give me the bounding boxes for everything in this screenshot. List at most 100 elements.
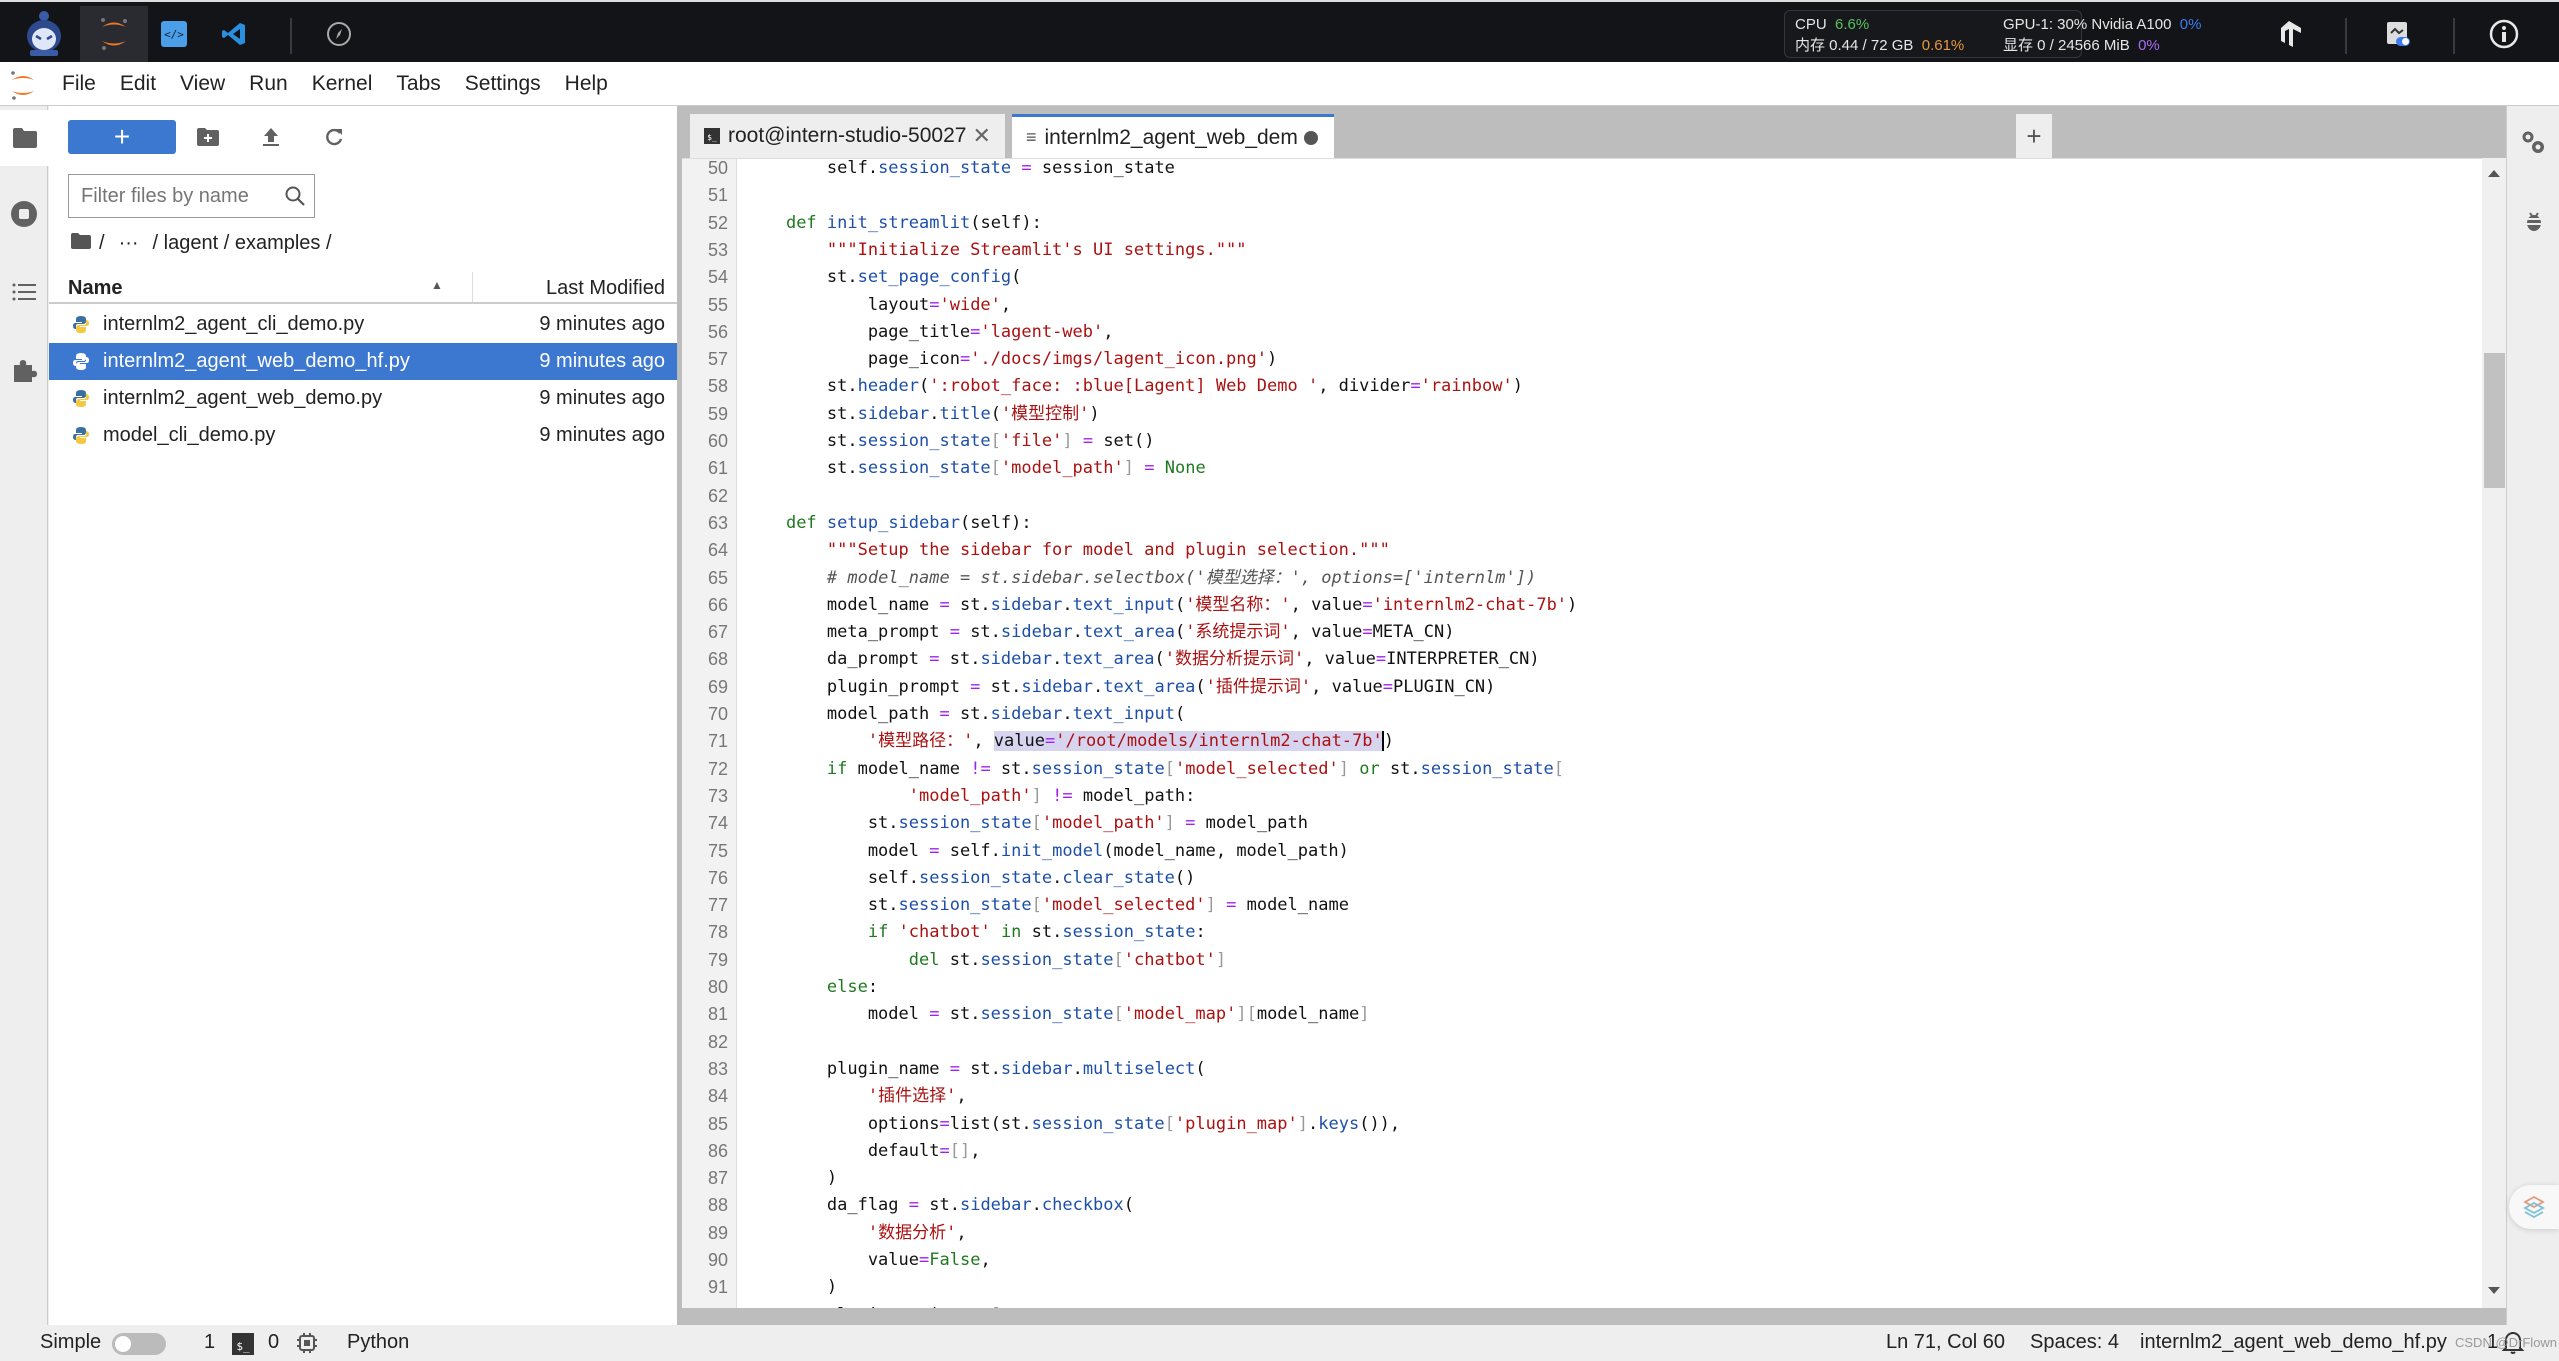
scroll-down-arrow-icon[interactable]: [2488, 1287, 2500, 1294]
info-icon[interactable]: [2480, 10, 2528, 58]
code-line[interactable]: 68 da_prompt = st.sidebar.text_area('数据分…: [682, 646, 2472, 673]
code-line[interactable]: 58 st.header(':robot_face: :blue[Lagent]…: [682, 373, 2472, 400]
code-line[interactable]: 77 st.session_state['model_selected'] = …: [682, 892, 2472, 919]
code-line[interactable]: 70 model_path = st.sidebar.text_input(: [682, 701, 2472, 728]
code-line[interactable]: 76 self.session_state.clear_state(): [682, 865, 2472, 892]
code-line[interactable]: 78 if 'chatbot' in st.session_state:: [682, 919, 2472, 946]
new-launcher-button[interactable]: +: [68, 120, 176, 154]
code-line[interactable]: 65 # model_name = st.sidebar.selectbox('…: [682, 565, 2472, 592]
file-item-selected[interactable]: internlm2_agent_web_demo_hf.py 9 minutes…: [49, 343, 677, 380]
cursor-position[interactable]: Ln 71, Col 60: [1886, 1331, 2005, 1354]
code-line[interactable]: 80 else:: [682, 974, 2472, 1001]
debugger-tab[interactable]: [2519, 206, 2549, 236]
code-line[interactable]: 66 model_name = st.sidebar.text_input('模…: [682, 592, 2472, 619]
upload-button[interactable]: [258, 124, 284, 150]
indentation-setting[interactable]: Spaces: 4: [2030, 1331, 2119, 1354]
menu-view[interactable]: View: [180, 72, 225, 96]
code-line[interactable]: 60 st.session_state['file'] = set(): [682, 428, 2472, 455]
menu-help[interactable]: Help: [565, 72, 608, 96]
code-line[interactable]: 54 st.set_page_config(: [682, 264, 2472, 291]
code-line[interactable]: 89 '数据分析',: [682, 1220, 2472, 1247]
file-browser-tab[interactable]: [0, 110, 50, 166]
file-item[interactable]: internlm2_agent_web_demo.py 9 minutes ag…: [49, 380, 677, 417]
code-line[interactable]: 79 del st.session_state['chatbot']: [682, 947, 2472, 974]
code-line[interactable]: 90 value=False,: [682, 1247, 2472, 1274]
code-line[interactable]: 81 model = st.session_state['model_map']…: [682, 1001, 2472, 1028]
code-editor[interactable]: 50 self.session_state = session_state 51 5…: [682, 158, 2482, 1308]
monitor-toggle-icon[interactable]: [2374, 10, 2422, 58]
menu-file[interactable]: File: [62, 72, 96, 96]
column-name-header[interactable]: Name: [68, 277, 122, 300]
table-of-contents-tab[interactable]: [0, 264, 48, 320]
tab-terminal[interactable]: $_ root@intern-studio-50027 ✕: [690, 114, 1005, 158]
line-text: model = self.init_model(model_name, mode…: [745, 838, 1349, 865]
code-line[interactable]: 87 ): [682, 1165, 2472, 1192]
file-item[interactable]: model_cli_demo.py 9 minutes ago: [49, 417, 677, 454]
code-token: def: [785, 512, 817, 533]
kernel-name[interactable]: Python: [347, 1331, 409, 1354]
new-tab-button[interactable]: +: [2016, 114, 2052, 158]
code-line[interactable]: 84 '插件选择',: [682, 1083, 2472, 1110]
floating-assistant-button[interactable]: [2509, 1185, 2559, 1229]
code-line[interactable]: 63 def setup_sidebar(self):: [682, 510, 2472, 537]
code-line[interactable]: 85 options=list(st.session_state['plugin…: [682, 1111, 2472, 1138]
code-line[interactable]: 64 """Setup the sidebar for model and pl…: [682, 537, 2472, 564]
jupyterlab-app-icon[interactable]: [80, 6, 148, 62]
code-line[interactable]: 91 ): [682, 1274, 2472, 1301]
breadcrumb-path[interactable]: / lagent / examples /: [153, 232, 332, 255]
property-inspector-tab[interactable]: [2519, 128, 2549, 158]
vscode-icon[interactable]: [200, 6, 268, 62]
simple-mode-toggle[interactable]: [112, 1333, 166, 1355]
code-line[interactable]: 86 default=[],: [682, 1138, 2472, 1165]
code-line[interactable]: 75 model = self.init_model(model_name, m…: [682, 838, 2472, 865]
running-sessions-tab[interactable]: [0, 186, 48, 242]
code-line[interactable]: 73 'model_path'] != model_path:: [682, 783, 2472, 810]
refresh-button[interactable]: [321, 124, 347, 150]
unsaved-changes-dot-icon[interactable]: [1303, 130, 1318, 145]
code-line[interactable]: 51: [682, 182, 2472, 209]
code-line[interactable]: 61 st.session_state['model_path'] = None: [682, 455, 2472, 482]
code-line[interactable]: 71 '模型路径：', value='/root/models/internlm…: [682, 728, 2472, 755]
menu-tabs[interactable]: Tabs: [396, 72, 440, 96]
code-line[interactable]: 62: [682, 483, 2472, 510]
extensions-tab[interactable]: [0, 342, 48, 398]
code-line[interactable]: 52 def init_streamlit(self):: [682, 210, 2472, 237]
home-folder-icon[interactable]: [71, 232, 91, 255]
code-line[interactable]: 67 meta_prompt = st.sidebar.text_area('系…: [682, 619, 2472, 646]
column-modified-header[interactable]: Last Modified: [546, 277, 665, 300]
menu-kernel[interactable]: Kernel: [312, 72, 373, 96]
tab-editor-file[interactable]: ≡ internlm2_agent_web_dem: [1012, 114, 1334, 158]
code-line[interactable]: 69 plugin_prompt = st.sidebar.text_area(…: [682, 674, 2472, 701]
close-tab-icon[interactable]: ✕: [972, 123, 990, 149]
code-line[interactable]: 59 st.sidebar.title('模型控制'): [682, 401, 2472, 428]
code-line[interactable]: 50 self.session_state = session_state: [682, 159, 2472, 182]
code-line[interactable]: 57 page_icon='./docs/imgs/lagent_icon.pn…: [682, 346, 2472, 373]
code-token: =: [929, 1004, 940, 1025]
column-divider[interactable]: [472, 272, 473, 302]
menu-settings[interactable]: Settings: [465, 72, 541, 96]
code-server-icon[interactable]: </>: [140, 6, 208, 62]
menu-edit[interactable]: Edit: [120, 72, 156, 96]
tensorflow-icon[interactable]: [2265, 10, 2313, 58]
scroll-up-arrow-icon[interactable]: [2488, 170, 2500, 177]
intern-studio-logo[interactable]: [14, 8, 74, 60]
breadcrumb-ellipsis[interactable]: ···: [119, 232, 139, 255]
code-line[interactable]: 82: [682, 1029, 2472, 1056]
file-item[interactable]: internlm2_agent_cli_demo.py 9 minutes ag…: [49, 306, 677, 343]
code-line[interactable]: 88 da_flag = st.sidebar.checkbox(: [682, 1192, 2472, 1219]
code-line[interactable]: 55 layout='wide',: [682, 292, 2472, 319]
terminals-count[interactable]: 1: [204, 1331, 215, 1354]
breadcrumb-root[interactable]: /: [99, 232, 105, 255]
code-line[interactable]: 56 page_title='lagent-web',: [682, 319, 2472, 346]
editor-vertical-scrollbar[interactable]: [2482, 158, 2506, 1308]
scrollbar-thumb[interactable]: [2484, 353, 2505, 488]
new-folder-button[interactable]: [195, 124, 221, 150]
menu-run[interactable]: Run: [249, 72, 288, 96]
code-line[interactable]: 74 st.session_state['model_path'] = mode…: [682, 810, 2472, 837]
filter-files-input[interactable]: [81, 184, 281, 208]
code-line[interactable]: 53 """Initialize Streamlit's UI settings…: [682, 237, 2472, 264]
code-line[interactable]: 72 if model_name != st.session_state['mo…: [682, 756, 2472, 783]
kernels-count[interactable]: 0: [268, 1331, 279, 1354]
compass-icon[interactable]: [305, 6, 373, 62]
code-line[interactable]: 83 plugin_name = st.sidebar.multiselect(: [682, 1056, 2472, 1083]
